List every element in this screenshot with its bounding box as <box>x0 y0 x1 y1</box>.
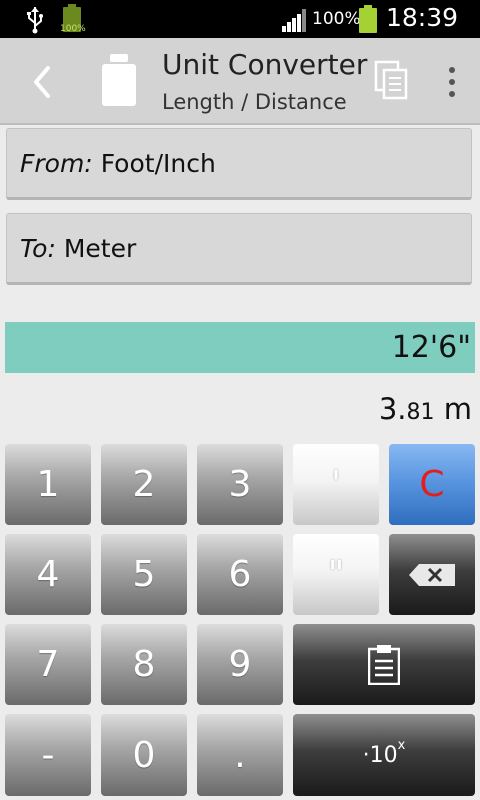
from-unit: Foot/Inch <box>100 149 216 178</box>
usb-icon <box>27 7 43 34</box>
input-value: 12'6" <box>391 330 471 365</box>
app-subtitle: Length / Distance <box>162 90 347 114</box>
overflow-menu-icon[interactable] <box>440 62 464 102</box>
app-title: Unit Converter <box>162 48 368 81</box>
backspace-icon <box>409 563 455 586</box>
backspace-button[interactable] <box>389 534 475 615</box>
key-1[interactable]: 1 <box>5 444 91 525</box>
clipboard-icon <box>368 644 400 685</box>
exponent-button[interactable]: ·10 x <box>293 714 475 796</box>
key-8[interactable]: 8 <box>101 624 187 705</box>
copy-icon[interactable] <box>372 60 412 102</box>
battery-percent: 100% <box>312 9 361 29</box>
battery-icon <box>359 5 377 33</box>
key-3[interactable]: 3 <box>197 444 283 525</box>
result-display: 3.81 m <box>379 392 472 426</box>
small-battery-text: 100% <box>60 24 86 34</box>
to-label: To: <box>20 234 56 263</box>
clear-button[interactable]: C <box>389 444 475 525</box>
status-bar: 100% 100% 18:39 <box>0 0 480 38</box>
key-dot[interactable]: . <box>197 714 283 796</box>
action-bar: Unit Converter Length / Distance <box>0 38 480 125</box>
key-7[interactable]: 7 <box>5 624 91 705</box>
result-unit: m <box>443 392 472 426</box>
key-foot[interactable]: ' <box>293 444 379 525</box>
from-unit-selector[interactable]: From: Foot/Inch <box>6 128 472 200</box>
key-0[interactable]: 0 <box>101 714 187 796</box>
exponent-base: ·10 <box>362 742 398 768</box>
to-unit: Meter <box>63 234 137 263</box>
back-icon[interactable] <box>28 64 56 100</box>
exponent-sup: x <box>397 737 406 753</box>
input-display[interactable]: 12'6" <box>5 322 475 373</box>
key-2[interactable]: 2 <box>101 444 187 525</box>
to-unit-selector[interactable]: To: Meter <box>6 213 472 285</box>
result-decimals: 81 <box>406 400 435 425</box>
result-integer: 3. <box>378 392 407 426</box>
paste-button[interactable] <box>293 624 475 705</box>
key-5[interactable]: 5 <box>101 534 187 615</box>
key-6[interactable]: 6 <box>197 534 283 615</box>
signal-icon <box>282 9 306 32</box>
weight-icon <box>102 54 136 106</box>
key-9[interactable]: 9 <box>197 624 283 705</box>
key-inch[interactable]: " <box>293 534 379 615</box>
key-4[interactable]: 4 <box>5 534 91 615</box>
from-label: From: <box>20 149 93 178</box>
key-minus[interactable]: - <box>5 714 91 796</box>
small-battery-icon: 100% <box>60 4 86 34</box>
clock: 18:39 <box>386 3 459 32</box>
